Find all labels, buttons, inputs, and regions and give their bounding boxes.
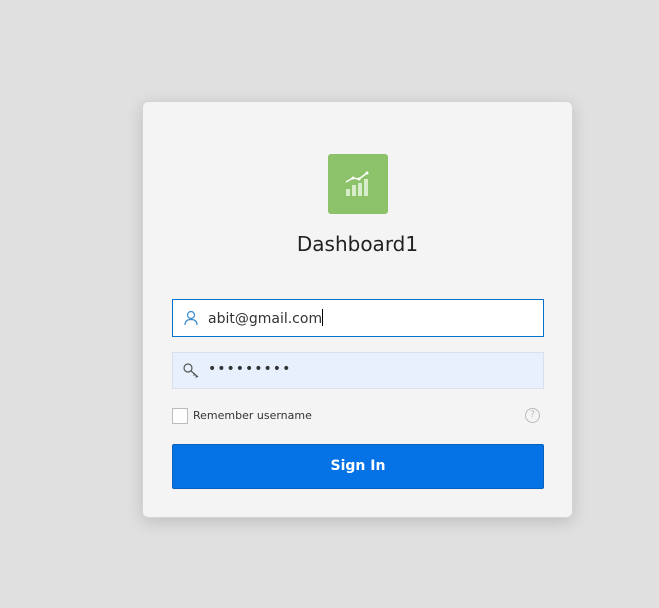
app-logo <box>328 154 388 214</box>
user-icon <box>184 310 198 326</box>
login-card: Dashboard1 abit@gmail.com ••••••••• Reme… <box>142 101 573 518</box>
key-icon <box>183 363 199 378</box>
username-input[interactable]: abit@gmail.com <box>172 299 544 337</box>
text-caret <box>322 309 324 326</box>
question-circle-icon[interactable]: ? <box>525 408 540 423</box>
sign-in-button[interactable]: Sign In <box>172 444 544 489</box>
remember-username-label[interactable]: Remember username <box>193 409 312 422</box>
remember-username-checkbox[interactable] <box>172 408 188 424</box>
app-title: Dashboard1 <box>296 232 419 256</box>
chart-growth-icon <box>345 171 369 196</box>
password-value: ••••••••• <box>208 361 292 377</box>
password-input[interactable]: ••••••••• <box>172 352 544 389</box>
username-value: abit@gmail.com <box>208 311 323 327</box>
